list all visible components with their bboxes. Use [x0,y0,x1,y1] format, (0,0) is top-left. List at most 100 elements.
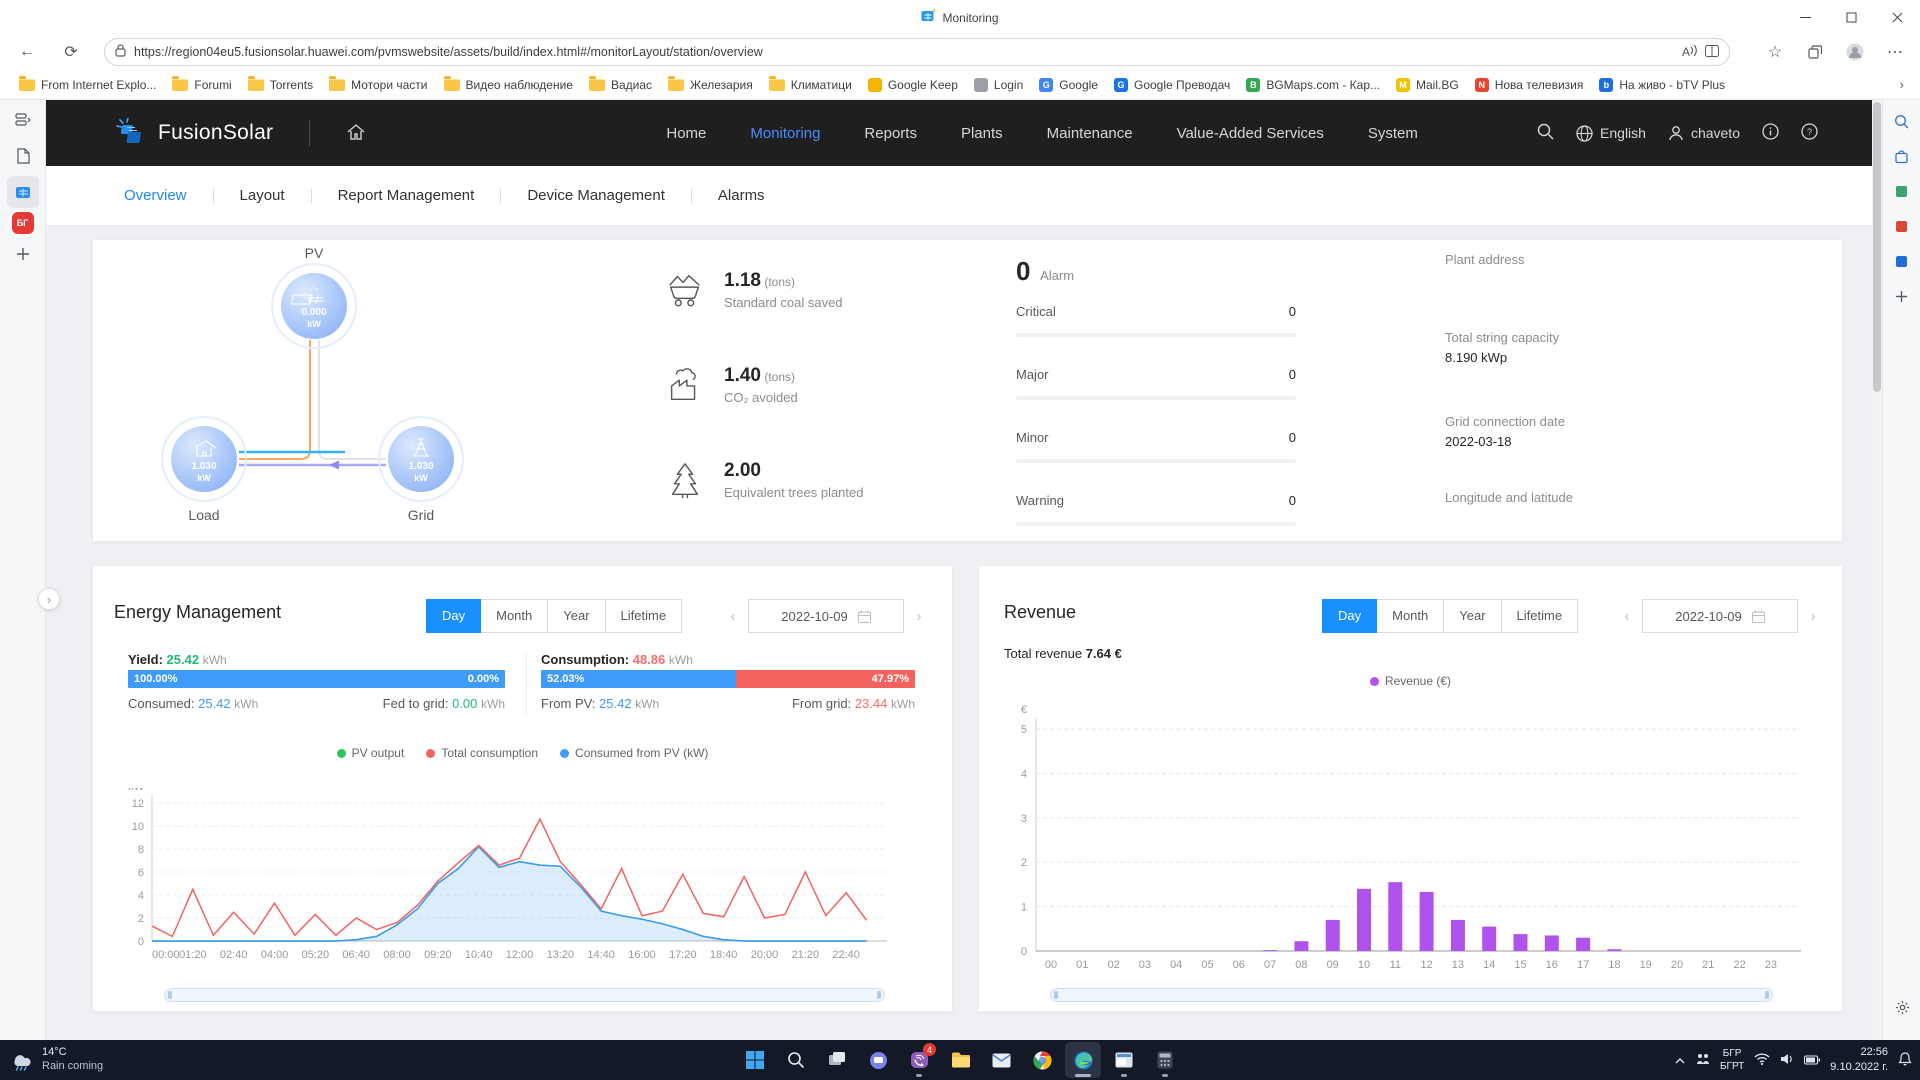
search-icon[interactable] [1537,123,1554,143]
minimize-button[interactable] [1782,0,1828,34]
shopping-icon[interactable] [1888,142,1916,170]
taskbar-app-edge[interactable] [1065,1042,1101,1078]
tab-bg[interactable]: БГ [12,212,34,234]
people-icon[interactable] [1696,1052,1710,1069]
revenue-chart-zoom-slider[interactable] [1050,988,1773,1002]
taskbar-app-start[interactable] [737,1042,773,1078]
nav-item-home[interactable]: Home [666,125,706,142]
subnav-item-overview[interactable]: Overview [124,187,187,204]
nav-item-plants[interactable]: Plants [961,125,1003,142]
legend-revenue[interactable]: Revenue (€) [1370,674,1451,688]
refresh-icon[interactable]: ⟳ [56,38,86,66]
revenue-tab-day[interactable]: Day [1322,599,1377,633]
settings-gear-icon[interactable] [1888,993,1916,1021]
bookmark-мотори-части[interactable]: Мотори части [322,75,434,95]
outlook-icon[interactable] [1888,247,1916,275]
collections-icon[interactable] [1800,38,1830,66]
energy-date-field[interactable]: 2022-10-09 [748,599,904,633]
fusionsolar-logo[interactable]: FusionSolar [114,118,273,148]
taskbar-app-calculator[interactable] [1147,1042,1183,1078]
user-menu[interactable]: chaveto [1668,125,1740,141]
page-scrollbar[interactable] [1872,100,1882,1040]
load-node[interactable]: 1.030 kW [162,417,246,501]
subnav-item-alarms[interactable]: Alarms [718,187,765,204]
legend-consumed-from-pv-kw[interactable]: Consumed from PV (kW) [560,746,708,760]
next-date-icon[interactable]: › [906,608,932,625]
bookmark-вадиас[interactable]: Вадиас [582,75,659,95]
hidden-icons-chevron[interactable] [1674,1053,1686,1068]
more-menu-icon[interactable]: ⋯ [1880,38,1910,66]
nav-item-value-added-services[interactable]: Value-Added Services [1177,125,1324,142]
subnav-item-report-management[interactable]: Report Management [338,187,475,204]
revenue-tab-year[interactable]: Year [1443,599,1501,633]
grid-node[interactable]: 1.030 kW [379,417,463,501]
taskbar-app-search[interactable] [778,1042,814,1078]
bookmark-железария[interactable]: Железария [661,75,760,95]
bookmark-нова-телевизия[interactable]: NНова телевизия [1468,75,1591,95]
plus-icon[interactable] [1888,282,1916,310]
language-switch[interactable]: English [1576,125,1646,142]
scrollbar-thumb[interactable] [1873,102,1881,392]
bookmark-mail-bg[interactable]: MMail.BG [1389,75,1466,95]
tab-fusionsolar[interactable] [7,176,39,208]
bookmark-климатици[interactable]: Климатици [762,75,859,95]
revenue-date-field[interactable]: 2022-10-09 [1642,599,1798,633]
language-indicator[interactable]: БГР БГРТ [1720,1047,1744,1073]
favorites-star-icon[interactable]: ☆ [1760,38,1790,66]
taskbar-app-chrome[interactable] [1024,1042,1060,1078]
subnav-item-device-management[interactable]: Device Management [527,187,665,204]
taskbar-app-file-explorer[interactable] [942,1042,978,1078]
maximize-button[interactable] [1828,0,1874,34]
taskbar-app-snip-tool[interactable] [1106,1042,1142,1078]
notification-bell-icon[interactable] [1898,1052,1912,1069]
new-tab-plus-icon[interactable] [7,238,39,270]
new-tab-page-icon[interactable] [7,140,39,172]
volume-icon[interactable] [1780,1053,1794,1068]
close-button[interactable] [1874,0,1920,34]
taskbar-app-mail[interactable] [983,1042,1019,1078]
prev-date-icon[interactable]: ‹ [720,608,746,625]
bookmark-на-живо-btv-plus[interactable]: bНа живо - bTV Plus [1592,75,1732,95]
nav-item-system[interactable]: System [1368,125,1418,142]
prev-date-icon[interactable]: ‹ [1614,608,1640,625]
home-icon[interactable] [346,123,366,144]
energy-tab-lifetime[interactable]: Lifetime [605,599,683,633]
tools-icon[interactable] [1888,177,1916,205]
taskbar-weather[interactable]: 14°C Rain coming [10,1046,103,1074]
bookmark-forumi[interactable]: Forumi [165,75,238,95]
address-bar[interactable]: https://region04eu5.fusionsolar.huawei.c… [104,38,1730,66]
discover-icon[interactable] [1888,107,1916,135]
bookmark-from-internet-explo[interactable]: From Internet Explo... [12,75,163,95]
energy-tab-day[interactable]: Day [426,599,481,633]
energy-chart-zoom-slider[interactable] [164,988,885,1002]
legend-total-consumption[interactable]: Total consumption [426,746,538,760]
energy-tab-year[interactable]: Year [547,599,605,633]
browser-tab[interactable]: Monitoring [907,5,1012,30]
taskbar-app-chat[interactable] [860,1042,896,1078]
taskbar-clock[interactable]: 22:56 9.10.2022 г. [1830,1045,1888,1075]
taskbar-app-viber[interactable]: 4 [901,1042,937,1078]
wifi-icon[interactable] [1754,1053,1770,1068]
nav-item-reports[interactable]: Reports [864,125,917,142]
battery-icon[interactable] [1804,1053,1820,1068]
bookmark-google[interactable]: GGoogle [1032,75,1105,95]
revenue-tab-lifetime[interactable]: Lifetime [1501,599,1579,633]
tab-actions-icon[interactable] [7,104,39,136]
help-icon[interactable]: ? [1801,123,1818,143]
energy-tab-month[interactable]: Month [480,599,548,633]
nav-item-maintenance[interactable]: Maintenance [1047,125,1133,142]
bookmark-torrents[interactable]: Torrents [241,75,320,95]
nav-item-monitoring[interactable]: Monitoring [750,125,820,142]
bookmark-google-keep[interactable]: Google Keep [861,75,965,95]
bookmarks-overflow-icon[interactable]: › [1900,77,1904,92]
pv-node[interactable]: 0.000 kW [272,264,356,348]
next-date-icon[interactable]: › [1800,608,1826,625]
panel-expand-button[interactable]: › [38,588,60,610]
bookmark-google-преводач[interactable]: GGoogle Преводач [1107,75,1237,95]
legend-pv-output[interactable]: PV output [337,746,405,760]
back-icon[interactable]: ← [12,38,42,66]
split-screen-icon[interactable] [1705,45,1719,60]
profile-avatar[interactable] [1840,38,1870,66]
bookmark-login[interactable]: Login [967,75,1030,95]
subnav-item-layout[interactable]: Layout [240,187,285,204]
